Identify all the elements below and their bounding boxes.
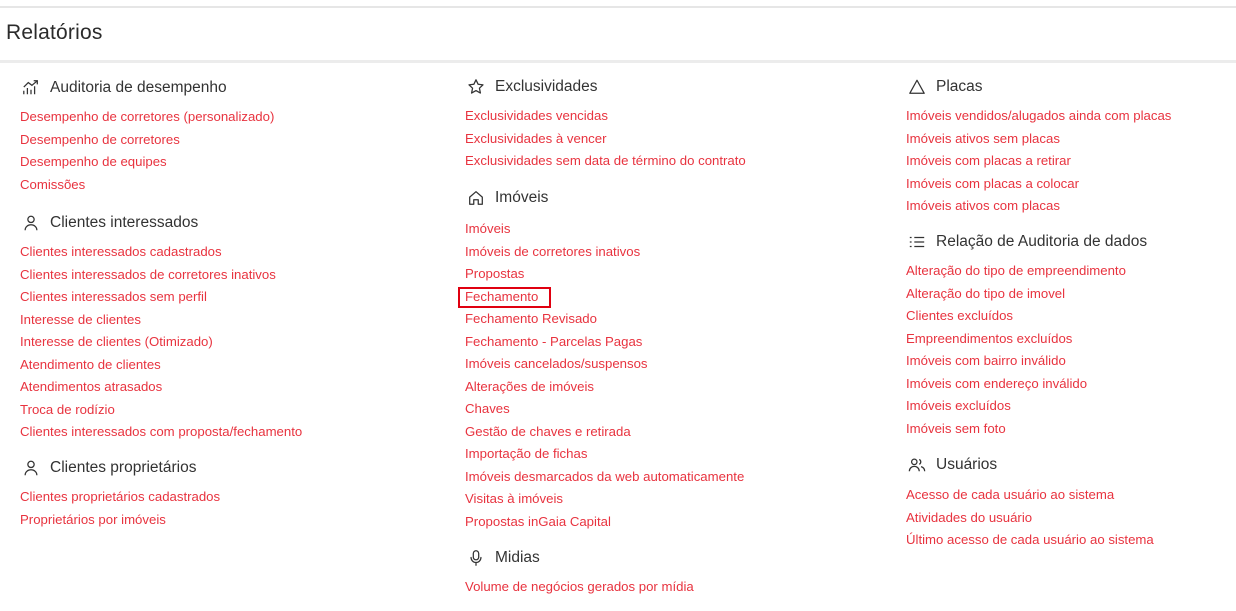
clientes-proprietarios-links: Clientes proprietários cadastrados Propr… (20, 486, 220, 531)
link-imoveis-cancelados-suspensos[interactable]: Imóveis cancelados/suspensos (465, 353, 744, 376)
link-clientes-interessados-corretores-inativos[interactable]: Clientes interessados de corretores inat… (20, 264, 302, 287)
link-exclusividades-vencidas[interactable]: Exclusividades vencidas (465, 105, 746, 128)
users-icon (906, 455, 928, 475)
link-desempenho-corretores-personalizado[interactable]: Desempenho de corretores (personalizado) (20, 106, 274, 129)
section-title-imoveis: Imóveis (465, 187, 548, 209)
link-alteracao-tipo-empreendimento[interactable]: Alteração do tipo de empreendimento (906, 260, 1126, 283)
link-alteracoes-imoveis[interactable]: Alterações de imóveis (465, 376, 744, 399)
placas-links: Imóveis vendidos/alugados ainda com plac… (906, 105, 1171, 218)
section-title-clientes-interessados: Clientes interessados (20, 212, 198, 234)
link-volume-negocios-midia[interactable]: Volume de negócios gerados por mídia (465, 576, 694, 599)
link-clientes-interessados-sem-perfil[interactable]: Clientes interessados sem perfil (20, 286, 302, 309)
link-exclusividades-sem-data[interactable]: Exclusividades sem data de término do co… (465, 150, 746, 173)
link-imoveis-corretores-inativos[interactable]: Imóveis de corretores inativos (465, 241, 744, 264)
home-icon (465, 188, 487, 208)
user-icon (20, 213, 42, 233)
page-title: Relatórios (6, 21, 103, 44)
link-atendimento-clientes[interactable]: Atendimento de clientes (20, 354, 302, 377)
link-acesso-usuario-sistema[interactable]: Acesso de cada usuário ao sistema (906, 484, 1154, 507)
auditoria-links: Desempenho de corretores (personalizado)… (20, 106, 274, 196)
section-clientes-proprietarios: Clientes proprietários Clientes propriet… (20, 457, 220, 527)
section-midias: Midias Volume de negócios gerados por mí… (465, 547, 694, 594)
link-troca-rodizio[interactable]: Troca de rodízio (20, 399, 302, 422)
triangle-icon (906, 77, 928, 97)
link-visitas-imoveis[interactable]: Visitas à imóveis (465, 488, 744, 511)
midias-links: Volume de negócios gerados por mídia (465, 576, 694, 599)
section-title-exclusividades: Exclusividades (465, 76, 598, 98)
section-title-relacao-auditoria: Relação de Auditoria de dados (906, 231, 1147, 253)
section-placas: Placas Imóveis vendidos/alugados ainda c… (906, 76, 1171, 213)
link-gestao-chaves-retirada[interactable]: Gestão de chaves e retirada (465, 421, 744, 444)
link-empreendimentos-excluidos[interactable]: Empreendimentos excluídos (906, 328, 1126, 351)
page-header: Relatórios (0, 8, 1236, 63)
section-clientes-interessados: Clientes interessados Clientes interessa… (20, 212, 302, 439)
link-propostas[interactable]: Propostas (465, 263, 744, 286)
user-icon (20, 458, 42, 478)
link-comissoes[interactable]: Comissões (20, 174, 274, 197)
link-desempenho-equipes[interactable]: Desempenho de equipes (20, 151, 274, 174)
fechamento-highlight-box (458, 287, 551, 308)
link-importacao-fichas[interactable]: Importação de fichas (465, 443, 744, 466)
link-chaves[interactable]: Chaves (465, 398, 744, 421)
link-imoveis-placas-colocar[interactable]: Imóveis com placas a colocar (906, 173, 1171, 196)
link-interesse-clientes-otimizado[interactable]: Interesse de clientes (Otimizado) (20, 331, 302, 354)
link-imoveis-ativos-sem-placas[interactable]: Imóveis ativos sem placas (906, 128, 1171, 151)
section-imoveis: Imóveis Imóveis Imóveis de corretores in… (465, 187, 744, 529)
link-imoveis-placas-retirar[interactable]: Imóveis com placas a retirar (906, 150, 1171, 173)
clientes-interessados-links: Clientes interessados cadastrados Client… (20, 241, 302, 444)
section-title-usuarios: Usuários (906, 454, 997, 476)
link-fechamento-revisado[interactable]: Fechamento Revisado (465, 308, 744, 331)
relacao-auditoria-links: Alteração do tipo de empreendimento Alte… (906, 260, 1126, 440)
link-imoveis-vendidos-com-placas[interactable]: Imóveis vendidos/alugados ainda com plac… (906, 105, 1171, 128)
link-proprietarios-por-imoveis[interactable]: Proprietários por imóveis (20, 509, 220, 532)
link-propostas-ingaia-capital[interactable]: Propostas inGaia Capital (465, 511, 744, 534)
link-exclusividades-a-vencer[interactable]: Exclusividades à vencer (465, 128, 746, 151)
section-title-placas: Placas (906, 76, 983, 98)
link-clientes-proprietarios-cadastrados[interactable]: Clientes proprietários cadastrados (20, 486, 220, 509)
link-imoveis-excluidos[interactable]: Imóveis excluídos (906, 395, 1126, 418)
section-title-auditoria: Auditoria de desempenho (20, 77, 227, 99)
microphone-icon (465, 548, 487, 568)
section-title-clientes-proprietarios: Clientes proprietários (20, 457, 196, 479)
section-title-midias: Midias (465, 547, 540, 569)
link-interesse-clientes[interactable]: Interesse de clientes (20, 309, 302, 332)
link-clientes-excluidos[interactable]: Clientes excluídos (906, 305, 1126, 328)
link-imoveis-endereco-invalido[interactable]: Imóveis com endereço inválido (906, 373, 1126, 396)
exclusividades-links: Exclusividades vencidas Exclusividades à… (465, 105, 746, 173)
section-auditoria-desempenho: Auditoria de desempenho Desempenho de co… (20, 77, 274, 192)
usuarios-links: Acesso de cada usuário ao sistema Ativid… (906, 484, 1154, 552)
link-atividades-usuario[interactable]: Atividades do usuário (906, 507, 1154, 530)
link-alteracao-tipo-imovel[interactable]: Alteração do tipo de imovel (906, 283, 1126, 306)
section-relacao-auditoria: Relação de Auditoria de dados Alteração … (906, 231, 1147, 436)
link-fechamento-parcelas-pagas[interactable]: Fechamento - Parcelas Pagas (465, 331, 744, 354)
link-atendimentos-atrasados[interactable]: Atendimentos atrasados (20, 376, 302, 399)
link-imoveis-ativos-com-placas[interactable]: Imóveis ativos com placas (906, 195, 1171, 218)
imoveis-links: Imóveis Imóveis de corretores inativos P… (465, 218, 744, 533)
star-icon (465, 77, 487, 97)
link-ultimo-acesso-usuario[interactable]: Último acesso de cada usuário ao sistema (906, 529, 1154, 552)
section-usuarios: Usuários Acesso de cada usuário ao siste… (906, 454, 1154, 547)
list-icon (906, 232, 928, 252)
link-imoveis[interactable]: Imóveis (465, 218, 744, 241)
link-clientes-com-proposta-fechamento[interactable]: Clientes interessados com proposta/fecha… (20, 421, 302, 444)
link-imoveis-bairro-invalido[interactable]: Imóveis com bairro inválido (906, 350, 1126, 373)
section-exclusividades: Exclusividades Exclusividades vencidas E… (465, 76, 746, 168)
link-imoveis-desmarcados-web[interactable]: Imóveis desmarcados da web automaticamen… (465, 466, 744, 489)
link-desempenho-corretores[interactable]: Desempenho de corretores (20, 129, 274, 152)
link-clientes-interessados-cadastrados[interactable]: Clientes interessados cadastrados (20, 241, 302, 264)
link-imoveis-sem-foto[interactable]: Imóveis sem foto (906, 418, 1126, 441)
trending-up-chart-icon (20, 78, 42, 98)
